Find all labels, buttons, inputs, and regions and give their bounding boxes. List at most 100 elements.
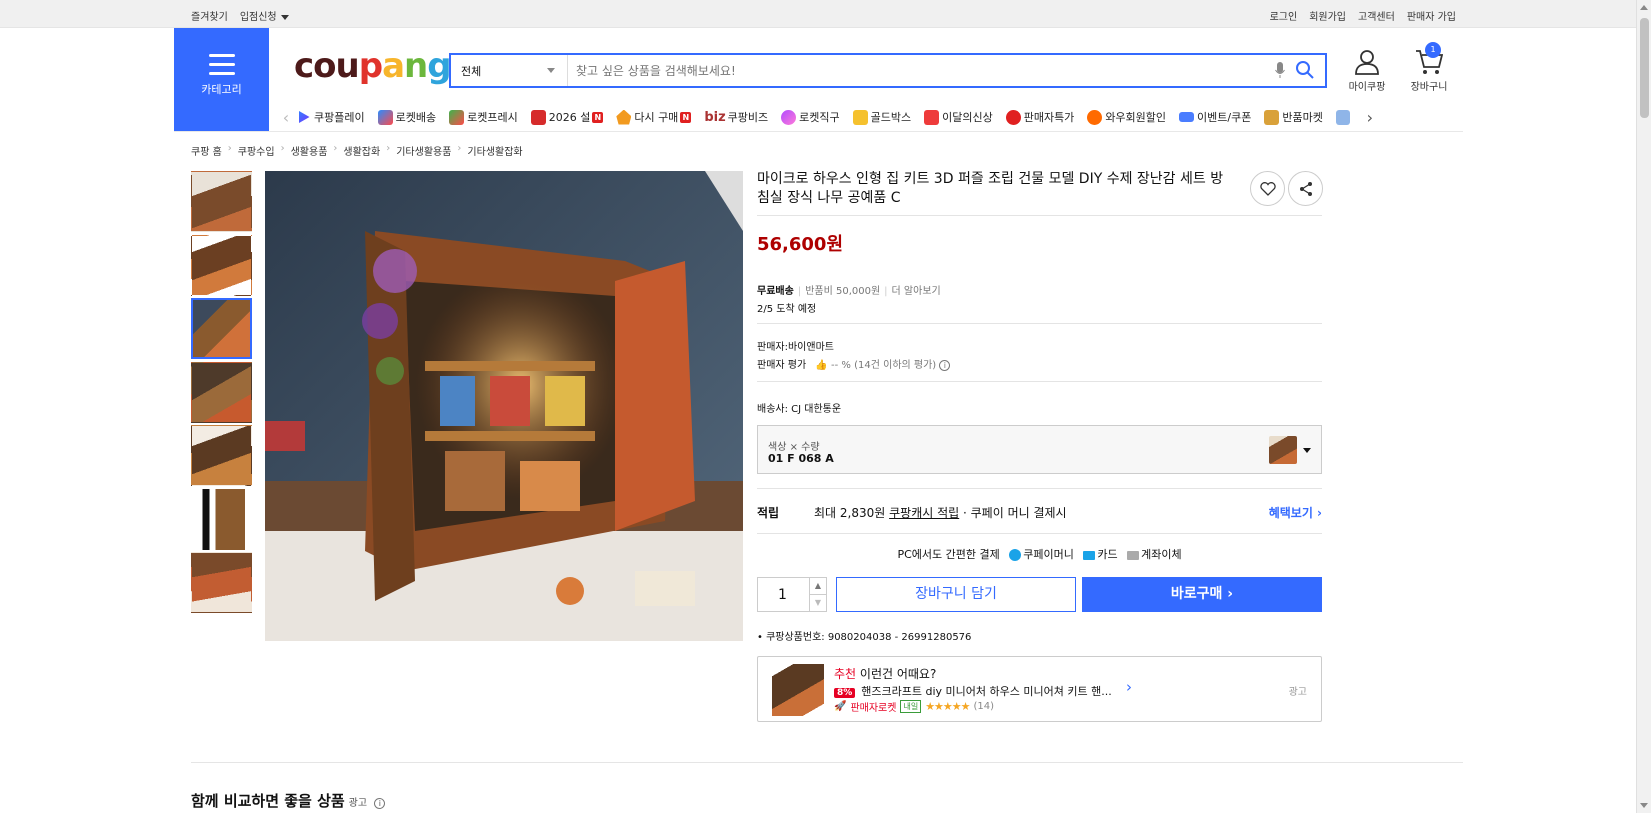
gnb-item-seller-deal[interactable]: 판매자특가 [1005,109,1074,125]
cart-button[interactable]: 1 장바구니 [1404,42,1454,93]
gnb-item-goldbox[interactable]: 골드박스 [852,109,911,125]
quantity-stepper: 1 ▲ ▼ [757,577,827,612]
coupon-icon [1179,112,1195,122]
thumbnail-image[interactable] [191,361,252,423]
favorites-link[interactable]: 즐겨찾기 [191,8,228,23]
new-arrival-icon [924,109,940,125]
gnb-item-coupang-biz[interactable]: biz 쿠팡비즈 [704,109,768,125]
buy-now-button[interactable]: 바로구매 › [1082,577,1322,612]
info-icon[interactable]: i [939,360,951,371]
breadcrumb-item[interactable]: 기타생활잡화 [467,143,522,158]
recommend-tag: 추천 [834,667,857,681]
section-divider [757,488,1322,489]
breadcrumb-item[interactable]: 쿠팡 홈 [191,143,222,158]
search-category-select[interactable]: 전체 [451,55,568,86]
gnb-item-return-market[interactable]: 반품마켓 [1264,109,1323,125]
return-market-icon [1264,109,1280,125]
nav-next-icon[interactable]: › [1360,108,1380,127]
category-button[interactable]: 카테고리 [174,28,269,131]
recommend-image [772,664,824,716]
breadcrumb-item[interactable]: 생활잡화 [343,143,380,158]
page-scrollbar[interactable] [1636,0,1651,813]
scroll-up-icon[interactable] [1640,5,1648,10]
gnb-item-seollal[interactable]: 2026 설N [530,109,604,125]
learn-more-link[interactable]: 더 알아보기 [892,286,941,297]
gnb-label: 로켓직구 [799,111,840,124]
benefit-button[interactable]: 혜택보기 › [1269,504,1322,521]
thumbnail-image[interactable] [191,425,252,486]
seller-rating: 판매자 평가 👍 -- % (14건 이하의 평가) i [757,356,951,371]
scroll-down-icon[interactable] [1640,803,1648,808]
return-fee: 반품비 50,000원 [805,286,881,297]
rocket-fresh-icon [449,109,465,125]
seller-name[interactable]: 판매자:바이앤마트 [757,338,834,353]
breadcrumb-item[interactable]: 기타생활용품 [396,143,451,158]
free-shipping-label: 무료배송 [757,286,794,297]
pay-method-coupay: 쿠페이머니 [1023,548,1074,561]
recommend-desc: 8% 핸즈크라프트 diy 미니어처 하우스 미니어쳐 키트 핸... [834,683,1112,699]
nav-prev-icon[interactable]: ‹ [276,108,296,127]
login-link[interactable]: 로그인 [1270,8,1298,23]
search-category-value: 전체 [461,65,482,78]
gnb-item-rocket-global[interactable]: 로켓직구 [781,109,840,125]
buy-now-label: 바로구매 [1170,586,1223,602]
thumbnail-image-selected[interactable] [191,298,252,359]
chevron-right-icon[interactable]: › [1126,678,1132,696]
dropdown-arrow-icon [1303,448,1311,453]
search-bar: 전체 [449,53,1327,88]
store-apply-dropdown[interactable]: 입점신청 [240,8,289,23]
seller-signup-link[interactable]: 판매자 가입 [1407,8,1456,23]
reward-text: 최대 2,830원 쿠팡캐시 적립 · 쿠페이 머니 결제시 [814,504,1067,521]
discount-badge: 8% [834,688,856,698]
thumbnail-image[interactable] [191,234,252,296]
main-product-image[interactable] [265,171,743,641]
payment-methods: PC에서도 간편한 결제 쿠페이머니 카드 계좌이체 [757,546,1322,562]
info-icon[interactable]: i [374,798,386,809]
search-input[interactable] [576,58,1216,83]
customer-center-link[interactable]: 고객센터 [1358,8,1395,23]
gnb-label: 쿠팡플레이 [314,111,365,124]
breadcrumb-item[interactable]: 쿠팡수입 [238,143,275,158]
biz-icon: biz [704,109,726,125]
hamburger-icon [208,54,235,75]
gnb-item-wow-discount[interactable]: 와우회원할인 [1087,109,1166,125]
quantity-value[interactable]: 1 [778,587,787,603]
mypage-button[interactable]: 마이쿠팡 [1342,49,1392,93]
add-to-cart-button[interactable]: 장바구니 담기 [836,577,1076,612]
signup-link[interactable]: 회원가입 [1309,8,1346,23]
reward-link[interactable]: 쿠팡캐시 적립 [889,506,959,520]
option-thumbnail [1269,436,1297,464]
option-select[interactable]: 색상 × 수량 01 F 068 A [757,425,1322,474]
gnb-item-rocket-fresh[interactable]: 로켓프레시 [449,109,518,125]
search-icon[interactable] [1295,60,1315,80]
thumbnail-image[interactable] [191,488,252,550]
gnb-item-event-coupon[interactable]: 이벤트/쿠폰 [1179,109,1251,125]
cart-count-badge: 1 [1425,42,1441,58]
thumbnail-image[interactable] [191,552,252,613]
quantity-up-icon[interactable]: ▲ [810,578,826,594]
gnb-item-rocket-delivery[interactable]: 로켓배송 [377,109,436,125]
recommend-heading: 추천 이런건 어때요? [834,665,936,682]
gnb-item-new-arrivals[interactable]: 이달의신상 [924,109,993,125]
gnb-item-coupang-play[interactable]: 쿠팡플레이 [296,109,365,125]
compare-title: 함께 비교하면 좋을 상품 [191,792,345,810]
gnb-label: 와우회원할인 [1105,111,1167,124]
gnb-item-repurchase[interactable]: 다시 구매 N [616,109,692,125]
gnb-label: 반품마켓 [1282,111,1323,124]
benefit-label: 혜택보기 [1268,506,1313,520]
thumbnail-image[interactable] [191,171,252,232]
scroll-thumb[interactable] [1640,18,1649,118]
quantity-down-icon[interactable]: ▼ [810,594,826,610]
product-price: 56,600원 [757,234,844,255]
microphone-icon[interactable] [1275,62,1285,79]
gnb-label: 로켓프레시 [467,111,518,124]
pay-method-bank: 계좌이체 [1141,548,1182,561]
breadcrumb-item[interactable]: 생활용품 [291,143,328,158]
coupang-logo[interactable]: coupang [294,46,452,86]
recommend-card[interactable]: 추천 이런건 어때요? 8% 핸즈크라프트 diy 미니어처 하우스 미니어쳐 키… [757,656,1322,722]
share-button[interactable] [1288,171,1323,206]
mypage-label: 마이쿠팡 [1348,82,1386,93]
tomorrow-badge: 내일 [900,700,922,713]
wishlist-button[interactable] [1250,171,1285,206]
recommend-head: 이런건 어때요? [859,667,937,681]
